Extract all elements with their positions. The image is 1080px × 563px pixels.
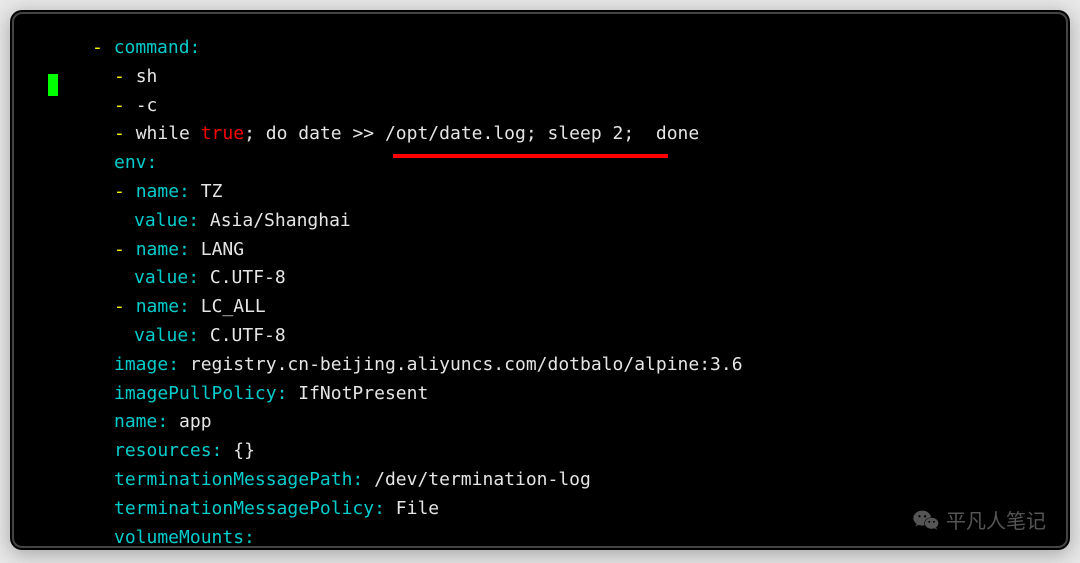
command-item-c: -c (136, 95, 158, 116)
terminationmessagepolicy-value: File (396, 498, 439, 519)
resources-value: {} (233, 440, 255, 461)
name-key: name (114, 411, 157, 432)
name-value: app (179, 411, 212, 432)
watermark: 平凡人笔记 (912, 505, 1046, 534)
while-post: ; do date >> /opt/date.log; sleep 2; don… (244, 123, 699, 144)
while-true: true (201, 123, 244, 144)
yaml-line: - name: LC_ALL (34, 293, 1046, 322)
yaml-line: - sh (34, 63, 1046, 92)
watermark-text: 平凡人笔记 (946, 505, 1046, 534)
terminationmessagepolicy-key: terminationMessagePolicy (114, 498, 374, 519)
terminationmessagepath-value: /dev/termination-log (374, 469, 591, 490)
command-item-sh: sh (136, 66, 158, 87)
yaml-line: terminationMessagePath: /dev/termination… (34, 466, 1046, 495)
yaml-line: value: C.UTF-8 (34, 264, 1046, 293)
yaml-line: value: C.UTF-8 (34, 322, 1046, 351)
yaml-line: - -c (34, 92, 1046, 121)
env-value-0: Asia/Shanghai (210, 210, 351, 231)
yaml-line: - while true; do date >> /opt/date.log; … (34, 120, 1046, 149)
yaml-line: - name: LANG (34, 236, 1046, 265)
env-name-0: TZ (201, 181, 223, 202)
terminationmessagepath-key: terminationMessagePath (114, 469, 352, 490)
terminal-content[interactable]: - command: - sh - -c - while true; do da… (12, 12, 1068, 548)
yaml-line: image: registry.cn-beijing.aliyuncs.com/… (34, 351, 1046, 380)
yaml-line: imagePullPolicy: IfNotPresent (34, 380, 1046, 409)
env-key: env (114, 152, 147, 173)
command-key: command (114, 37, 190, 58)
imagepullpolicy-value: IfNotPresent (298, 383, 428, 404)
terminal-window: - command: - sh - -c - while true; do da… (10, 10, 1070, 550)
image-value: registry.cn-beijing.aliyuncs.com/dotbalo… (190, 354, 743, 375)
yaml-line: value: Asia/Shanghai (34, 207, 1046, 236)
env-name-2: LC_ALL (201, 296, 266, 317)
env-value-1: C.UTF-8 (210, 267, 286, 288)
yaml-line: volumeMounts: (34, 524, 1046, 548)
yaml-line: - name: TZ (34, 178, 1046, 207)
yaml-line: name: app (34, 408, 1046, 437)
yaml-line: resources: {} (34, 437, 1046, 466)
highlight-underline (393, 154, 668, 158)
wechat-icon (912, 508, 940, 532)
yaml-line: - command: (34, 34, 1046, 63)
env-name-1: LANG (201, 239, 244, 260)
imagepullpolicy-key: imagePullPolicy (114, 383, 277, 404)
yaml-line: terminationMessagePolicy: File (34, 495, 1046, 524)
while-pre: while (136, 123, 201, 144)
image-key: image (114, 354, 168, 375)
volumemounts-key: volumeMounts (114, 527, 244, 548)
env-value-2: C.UTF-8 (210, 325, 286, 346)
editor-cursor (48, 74, 58, 96)
resources-key: resources (114, 440, 212, 461)
